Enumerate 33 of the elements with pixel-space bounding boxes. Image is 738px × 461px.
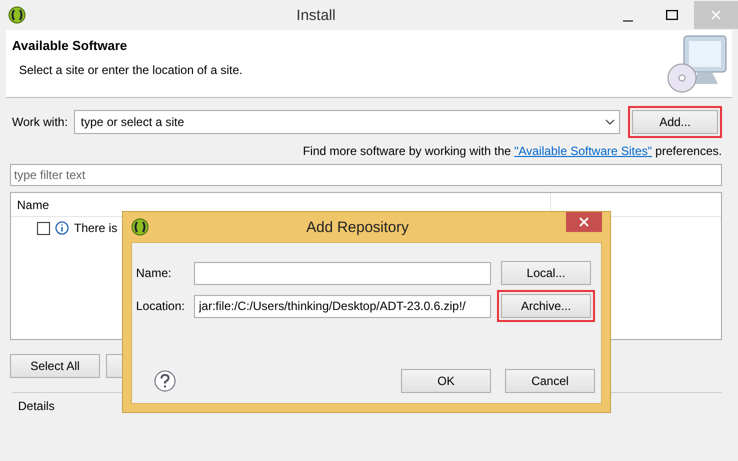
available-software-sites-link[interactable]: "Available Software Sites" <box>514 144 652 158</box>
text-field[interactable] <box>194 262 491 284</box>
add-button[interactable]: Add... <box>632 110 718 134</box>
page-title: Available Software <box>12 38 128 53</box>
app-logo-icon <box>131 218 149 236</box>
window-title: Install <box>295 6 337 24</box>
filter-field[interactable]: type filter text <box>10 164 722 186</box>
table-cell: There is <box>74 221 118 235</box>
details-label: Details <box>17 399 55 413</box>
close-icon <box>711 10 721 20</box>
text-field[interactable]: jar:file:/C:/Users/thinking/Desktop/ADT-23.0.6.zip!/ <box>194 294 491 318</box>
site-combo-box[interactable]: type or select a site <box>74 110 620 134</box>
table-button[interactable]: Select All <box>10 354 100 378</box>
site-combo-field[interactable]: type or select a site <box>78 114 605 130</box>
chevron-down-icon[interactable] <box>605 119 615 125</box>
dialog-button[interactable]: OK <box>401 369 491 393</box>
dialog-close-button[interactable] <box>566 212 602 232</box>
checkbox[interactable] <box>37 222 50 234</box>
minimize-icon <box>623 20 633 22</box>
close-icon <box>579 217 589 227</box>
help-icon[interactable] <box>154 370 176 392</box>
browse-button[interactable]: Local... <box>501 261 591 285</box>
work-with-label: Work with: <box>12 115 68 129</box>
page-subtitle: Select a site or enter the location of a site. <box>18 63 244 77</box>
more-software-text: Find more software by working with the "Available Software Sites" preferences. <box>302 144 722 158</box>
dialog-title: Add Repository <box>305 218 410 236</box>
field-label: Name: <box>136 266 172 280</box>
info-icon <box>55 221 69 235</box>
maximize-icon <box>666 10 678 20</box>
dialog-button[interactable]: Cancel <box>505 369 595 393</box>
browse-button[interactable]: Archive... <box>501 294 591 318</box>
field-label: Location: <box>136 299 186 313</box>
app-logo-icon <box>8 6 26 24</box>
